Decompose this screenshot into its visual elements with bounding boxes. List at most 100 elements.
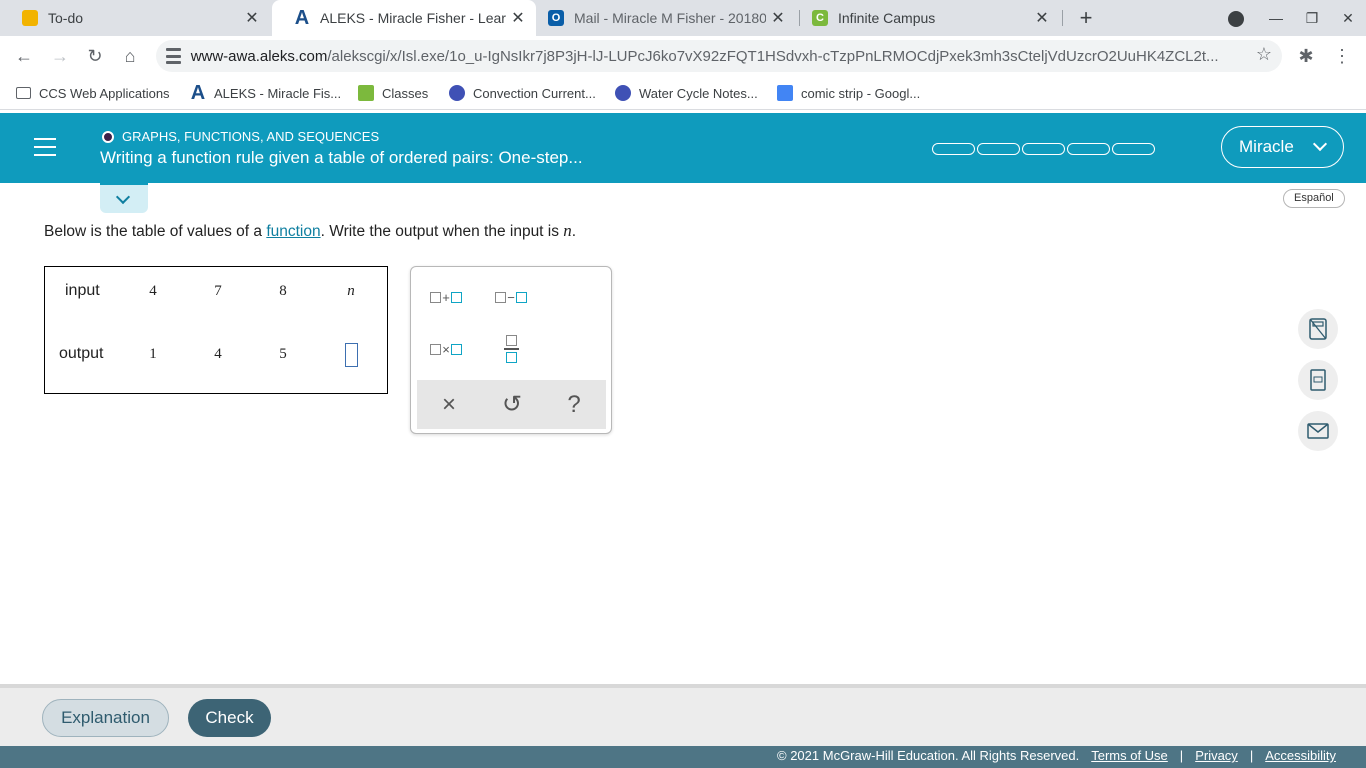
bookmark-classes[interactable]: Classes	[358, 84, 428, 102]
plus-sign: +	[442, 289, 450, 305]
placeholder-box	[430, 343, 442, 355]
reload-icon[interactable]: ↻	[81, 42, 109, 70]
help-button[interactable]: ?	[554, 388, 594, 422]
question-suffix: .	[571, 223, 577, 240]
copyright-bar: © 2021 McGraw-Hill Education. All Rights…	[0, 746, 1366, 768]
question-middle: . Write the output when the input is	[320, 223, 564, 240]
mail-icon	[1307, 423, 1329, 439]
bookmark-aleks[interactable]: A ALEKS - Miracle Fis...	[190, 82, 342, 104]
fraction-template-button[interactable]	[486, 329, 536, 369]
close-tab-icon[interactable]: ✕	[1030, 8, 1054, 28]
tab-mail[interactable]: O Mail - Miracle M Fisher - 201803 ✕	[526, 0, 796, 36]
collapse-header-button[interactable]	[100, 183, 148, 213]
calculator-button[interactable]	[1298, 309, 1338, 349]
progress-bar	[932, 143, 1155, 155]
answer-input[interactable]	[345, 343, 358, 367]
times-sign: ×	[442, 341, 450, 357]
home-icon[interactable]: ⌂	[116, 42, 144, 70]
minimize-icon[interactable]: —	[1258, 0, 1294, 36]
terms-link[interactable]: Terms of Use	[1091, 748, 1168, 763]
placeholder-box	[450, 291, 462, 303]
classroom-icon	[358, 85, 374, 101]
message-button[interactable]	[1298, 411, 1338, 451]
browser-tab-bar: To-do ✕ A ALEKS - Miracle Fisher - Learn…	[0, 0, 1366, 36]
bookmark-ccs[interactable]: CCS Web Applications	[16, 84, 170, 102]
site-info-icon[interactable]	[166, 48, 181, 64]
bookmark-convection[interactable]: Convection Current...	[449, 84, 596, 102]
browser-menu-icon[interactable]: ⋮	[1328, 42, 1356, 70]
separator: |	[1179, 748, 1184, 763]
lesson-title: Writing a function rule given a table of…	[100, 148, 583, 167]
topic-status-icon	[102, 130, 114, 143]
fraction-icon	[503, 335, 519, 363]
aleks-header: GRAPHS, FUNCTIONS, AND SEQUENCES Writing…	[0, 113, 1366, 183]
bookmark-label: Classes	[382, 85, 429, 101]
question-variable: n	[563, 221, 572, 240]
subtraction-template-button[interactable]: −	[486, 277, 536, 317]
user-menu-button[interactable]: Miracle	[1221, 126, 1344, 168]
math-palette: + − × × ↺ ?	[410, 266, 612, 434]
back-icon[interactable]: ←	[10, 42, 38, 70]
question-text: Below is the table of values of a functi…	[44, 221, 576, 241]
menu-icon[interactable]	[34, 138, 56, 156]
placeholder-box	[505, 351, 517, 363]
placeholder-box	[495, 291, 507, 303]
address-bar[interactable]: www-awa.aleks.com /alekscgi/x/Isl.exe/1o…	[156, 40, 1282, 72]
accessibility-link[interactable]: Accessibility	[1265, 748, 1336, 763]
tab-title: Mail - Miracle M Fisher - 201803	[574, 10, 766, 26]
url-host: www-awa.aleks.com	[190, 47, 328, 65]
tab-title: Infinite Campus	[838, 10, 936, 26]
topic-label: GRAPHS, FUNCTIONS, AND SEQUENCES	[102, 129, 379, 144]
output-cell: 5	[279, 346, 287, 362]
progress-segment	[1022, 143, 1065, 155]
espanol-button[interactable]: Español	[1283, 189, 1345, 208]
function-link[interactable]: function	[266, 223, 320, 240]
dictionary-button[interactable]	[1298, 360, 1338, 400]
restore-icon[interactable]: ❐	[1294, 0, 1330, 36]
placeholder-box	[505, 335, 517, 347]
input-cell: 7	[214, 283, 222, 299]
bookmark-label: ALEKS - Miracle Fis...	[214, 85, 342, 101]
minus-sign: −	[507, 289, 515, 305]
close-tab-icon[interactable]: ✕	[240, 8, 264, 28]
topic-text: GRAPHS, FUNCTIONS, AND SEQUENCES	[122, 129, 380, 144]
input-cell: n	[347, 283, 355, 299]
addition-template-button[interactable]: +	[421, 277, 471, 317]
quizlet-icon	[615, 85, 631, 101]
chevron-down-icon	[1312, 136, 1328, 152]
dictionary-icon	[1310, 369, 1326, 391]
close-window-icon[interactable]: ✕	[1330, 0, 1366, 36]
bookmark-water-cycle[interactable]: Water Cycle Notes...	[615, 84, 758, 102]
aleks-favicon-icon: A	[294, 6, 310, 29]
close-tab-icon[interactable]: ✕	[766, 8, 790, 28]
input-cell: 4	[149, 283, 157, 299]
bookmark-label: Water Cycle Notes...	[639, 85, 758, 101]
url-path: /alekscgi/x/Isl.exe/1o_u-IgNsIkr7j8P3jH-…	[327, 47, 1219, 65]
bookmark-label: comic strip - Googl...	[801, 85, 921, 101]
tab-todo[interactable]: To-do ✕	[0, 0, 270, 36]
google-docs-icon	[777, 85, 793, 101]
tab-title: ALEKS - Miracle Fisher - Learn	[320, 10, 506, 26]
todo-favicon-icon	[22, 10, 38, 26]
placeholder-box	[515, 291, 527, 303]
tab-search-icon[interactable]	[1218, 0, 1254, 36]
check-button[interactable]: Check	[188, 699, 271, 737]
bookmark-star-icon[interactable]: ☆	[1256, 44, 1272, 65]
forward-icon[interactable]: →	[46, 42, 74, 70]
palette-actions: × ↺ ?	[417, 380, 606, 429]
undo-button[interactable]: ↺	[492, 388, 532, 422]
separator: |	[1249, 748, 1254, 763]
tab-infinite-campus[interactable]: C Infinite Campus ✕	[790, 0, 1060, 36]
explanation-button[interactable]: Explanation	[42, 699, 169, 737]
extensions-icon[interactable]: ✱	[1292, 42, 1320, 70]
browser-toolbar: ← → ↻ ⌂ www-awa.aleks.com /alekscgi/x/Is…	[0, 36, 1366, 76]
multiplication-template-button[interactable]: ×	[421, 329, 471, 369]
tab-aleks[interactable]: A ALEKS - Miracle Fisher - Learn ✕	[272, 0, 536, 36]
copyright-text: © 2021 McGraw-Hill Education. All Rights…	[777, 748, 1080, 763]
privacy-link[interactable]: Privacy	[1195, 748, 1238, 763]
clear-button[interactable]: ×	[429, 388, 469, 422]
progress-segment	[1067, 143, 1110, 155]
bookmark-comic-strip[interactable]: comic strip - Googl...	[777, 84, 920, 102]
user-name: Miracle	[1239, 137, 1294, 156]
new-tab-button[interactable]: +	[1072, 4, 1100, 32]
